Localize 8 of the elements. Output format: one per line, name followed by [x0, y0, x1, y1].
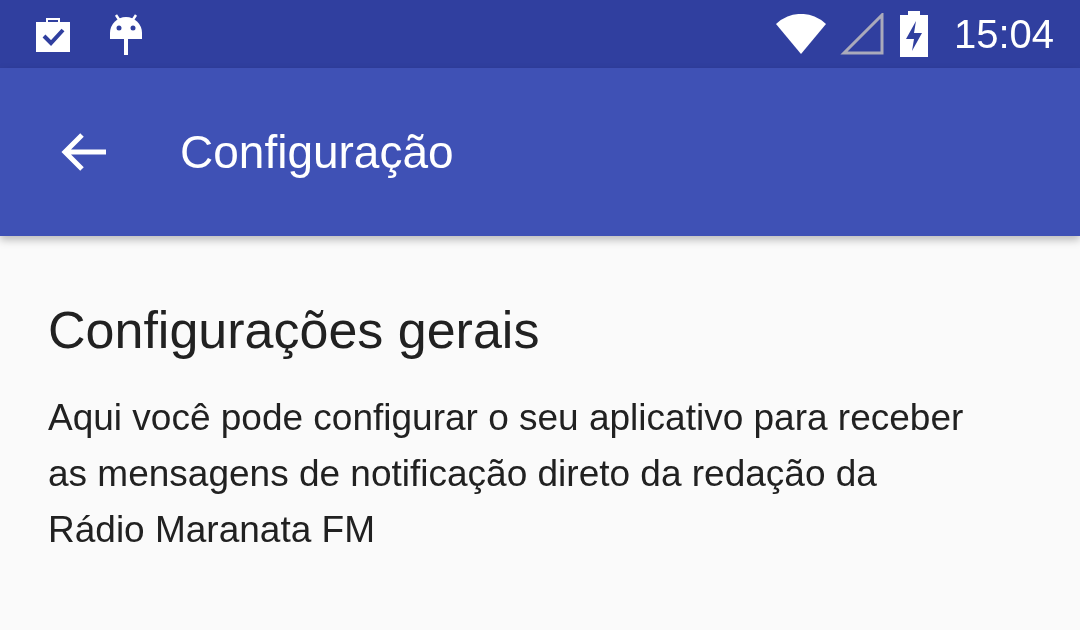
app-bar-title: Configuração [180, 125, 454, 179]
clock-time: 15:04 [953, 11, 1054, 57]
battery-charging-icon [897, 11, 930, 57]
signal-icon [839, 13, 884, 55]
back-arrow-icon [60, 132, 108, 172]
wifi-icon [775, 14, 826, 54]
section-description: Aqui você pode configurar o seu aplicativo para receber as mensagens de notificação direto da redação da Rádio Maranata FM [48, 396, 965, 552]
section-title: Configurações gerais [48, 300, 541, 360]
